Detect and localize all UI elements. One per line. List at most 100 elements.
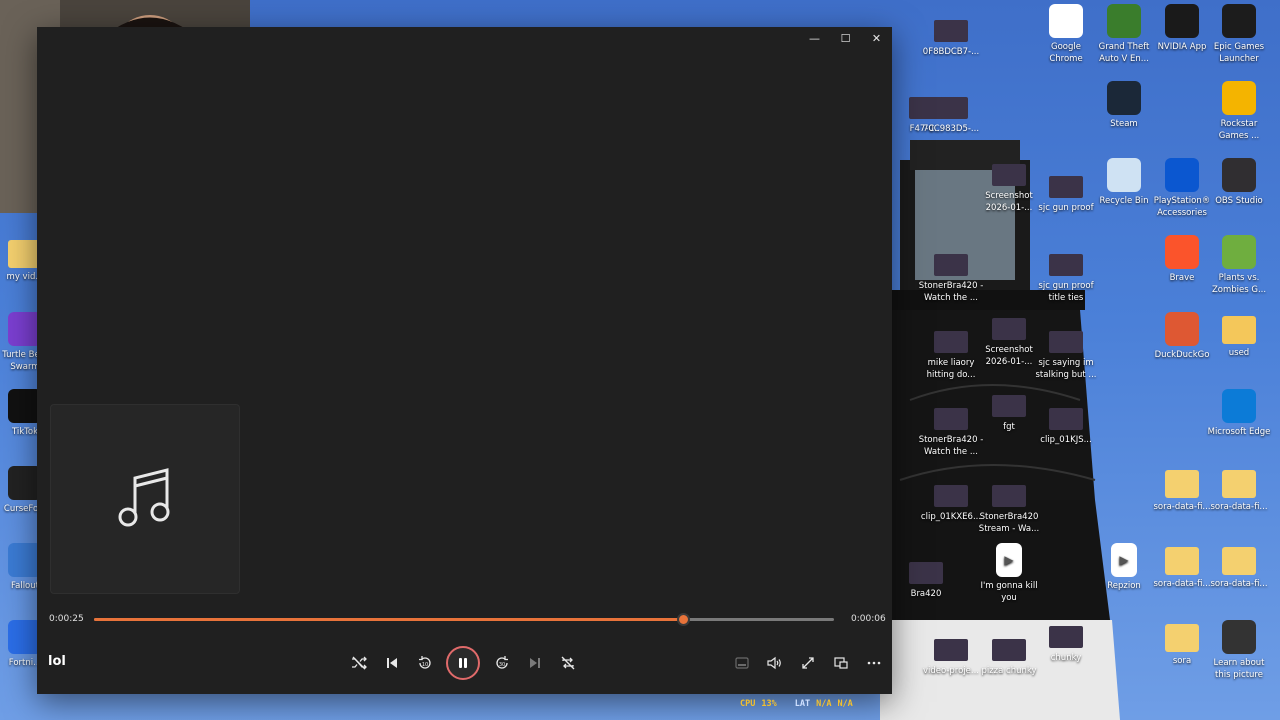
cast-button[interactable] — [829, 651, 853, 675]
music-note-icon — [118, 468, 170, 527]
svg-text:10: 10 — [422, 662, 428, 668]
desktop-icon[interactable]: sjc gun proof — [1033, 170, 1099, 214]
desktop-icon[interactable]: sjc gun proof title ties — [1033, 248, 1099, 304]
pause-button[interactable] — [446, 646, 480, 680]
desktop-icon-label: sjc saying im stalking but ... — [1035, 358, 1097, 380]
maximize-button[interactable]: ☐ — [830, 27, 861, 49]
desktop-icon-label: mike liaory hitting do... — [926, 358, 976, 380]
seek-bar-thumb[interactable] — [677, 613, 691, 626]
desktop-icon[interactable]: Recycle Bin — [1091, 158, 1157, 207]
desktop-icon[interactable]: ▶ Repzion — [1091, 543, 1157, 592]
volume-button[interactable] — [763, 651, 787, 675]
desktop-icon[interactable]: OBS Studio — [1206, 158, 1272, 207]
desktop-icon[interactable]: clip_01KJS... — [1033, 402, 1099, 446]
thumbnail-icon — [934, 639, 968, 661]
thumbnail-icon — [992, 395, 1026, 417]
next-button[interactable] — [523, 651, 547, 675]
desktop-icon[interactable]: Rockstar Games ... — [1206, 81, 1272, 142]
brave-icon — [1165, 235, 1199, 269]
desktop-icon-label: chunky — [1050, 653, 1082, 663]
seek-bar[interactable] — [94, 613, 834, 626]
playstation-icon — [1165, 158, 1199, 192]
desktop-icon[interactable]: mike liaory hitting do... — [918, 325, 984, 381]
thumbnail-icon — [992, 485, 1026, 507]
desktop-icon[interactable]: ▶ I'm gonna kill you — [976, 543, 1042, 604]
rockstar-icon — [1222, 81, 1256, 115]
lat-label: LAT — [794, 699, 811, 709]
desktop-icon[interactable]: Google Chrome — [1033, 4, 1099, 65]
desktop-icon[interactable]: chunky — [1033, 620, 1099, 664]
desktop-icon[interactable]: sjc saying im stalking but ... — [1033, 325, 1099, 381]
minimize-button[interactable]: — — [799, 27, 830, 49]
desktop-icon[interactable]: used — [1206, 312, 1272, 359]
miniplayer-button[interactable] — [730, 651, 754, 675]
fullscreen-button[interactable] — [796, 651, 820, 675]
desktop-icon[interactable]: StonerBra420 Stream - Wa... — [976, 479, 1042, 535]
thumbnail-icon — [1049, 626, 1083, 648]
desktop-icon-label: Repzion — [1107, 581, 1141, 591]
shuffle-button[interactable] — [347, 651, 371, 675]
desktop-icon[interactable]: Grand Theft Auto V En... — [1091, 4, 1157, 65]
forward-30-icon: 30 — [496, 656, 508, 669]
desktop-icon[interactable]: Plants vs. Zombies G... — [1206, 235, 1272, 296]
repeat-off-button[interactable] — [556, 651, 580, 675]
thumbnail-icon — [1049, 408, 1083, 430]
desktop-icon-label: Rockstar Games ... — [1218, 119, 1260, 141]
volume-icon — [767, 656, 781, 670]
desktop-icon[interactable]: Microsoft Edge — [1206, 389, 1272, 438]
previous-icon — [387, 658, 397, 668]
desktop-icon-label: sjc gun proof title ties — [1038, 281, 1094, 303]
desktop-icon-label: Epic Games Launcher — [1213, 42, 1265, 64]
desktop-icon-label: F47-C... — [909, 124, 943, 134]
desktop-icon[interactable]: 0F8BDCB7-... — [918, 14, 984, 58]
shuffle-icon — [352, 656, 367, 670]
previous-button[interactable] — [380, 651, 404, 675]
video-icon: ▶ — [996, 543, 1022, 577]
desktop-icon[interactable]: video-proje... — [918, 633, 984, 677]
thumbnail-icon — [934, 485, 968, 507]
desktop-icon[interactable]: Epic Games Launcher — [1206, 4, 1272, 65]
more-options-icon — [867, 661, 881, 665]
rewind-10-button[interactable]: 10 — [413, 651, 437, 675]
desktop-icon-label: Grand Theft Auto V En... — [1098, 42, 1150, 64]
close-button[interactable]: ✕ — [861, 27, 892, 49]
pvz-icon — [1222, 235, 1256, 269]
rewind-10-icon: 10 — [419, 656, 431, 669]
desktop-icon-label: clip_01KJS... — [1040, 435, 1092, 445]
thumbnail-icon — [934, 20, 968, 42]
forward-30-button[interactable]: 30 — [490, 651, 514, 675]
desktop-icon[interactable]: StonerBra420 - Watch the ... — [918, 248, 984, 304]
desktop-icon-label: clip_01KXE6... — [920, 512, 982, 522]
folder-icon — [1165, 470, 1199, 498]
duckduckgo-icon — [1165, 312, 1199, 346]
cast-icon — [834, 657, 848, 669]
obs-icon — [1222, 158, 1256, 192]
gta-icon — [1107, 4, 1141, 38]
desktop-icon[interactable]: Learn about this picture — [1206, 620, 1272, 681]
song-title: lol — [48, 654, 66, 669]
thumbnail-icon — [992, 318, 1026, 340]
desktop-icon[interactable]: Bra420 — [893, 556, 959, 600]
svg-text:30: 30 — [499, 662, 505, 668]
seek-bar-progress — [94, 618, 684, 621]
thumbnail-icon — [934, 408, 968, 430]
chrome-icon — [1049, 4, 1083, 38]
cpu-value: 13% — [761, 699, 777, 709]
desktop-icon[interactable]: Steam — [1091, 81, 1157, 130]
thumbnail-icon — [992, 164, 1026, 186]
desktop-icon[interactable]: clip_01KXE6... — [918, 479, 984, 523]
desktop-icon-label: StonerBra420 - Watch the ... — [918, 435, 984, 457]
lat-value-2: N/A — [837, 699, 853, 709]
thumbnail-icon — [992, 639, 1026, 661]
desktop-icon[interactable]: StonerBra420 - Watch the ... — [918, 402, 984, 458]
repeat-off-icon — [561, 656, 575, 670]
thumbnail-icon — [1049, 254, 1083, 276]
folder-icon — [1222, 470, 1256, 498]
desktop-icon-label: sjc gun proof — [1038, 203, 1094, 213]
desktop-icon[interactable]: F47-C... — [893, 91, 959, 135]
more-options-button[interactable] — [862, 651, 886, 675]
desktop-icon[interactable]: sora-data-fi... — [1206, 543, 1272, 590]
cpu-label: CPU — [740, 699, 756, 709]
desktop-icon[interactable]: sora-data-fi... — [1206, 466, 1272, 513]
spotlight-icon — [1222, 620, 1256, 654]
